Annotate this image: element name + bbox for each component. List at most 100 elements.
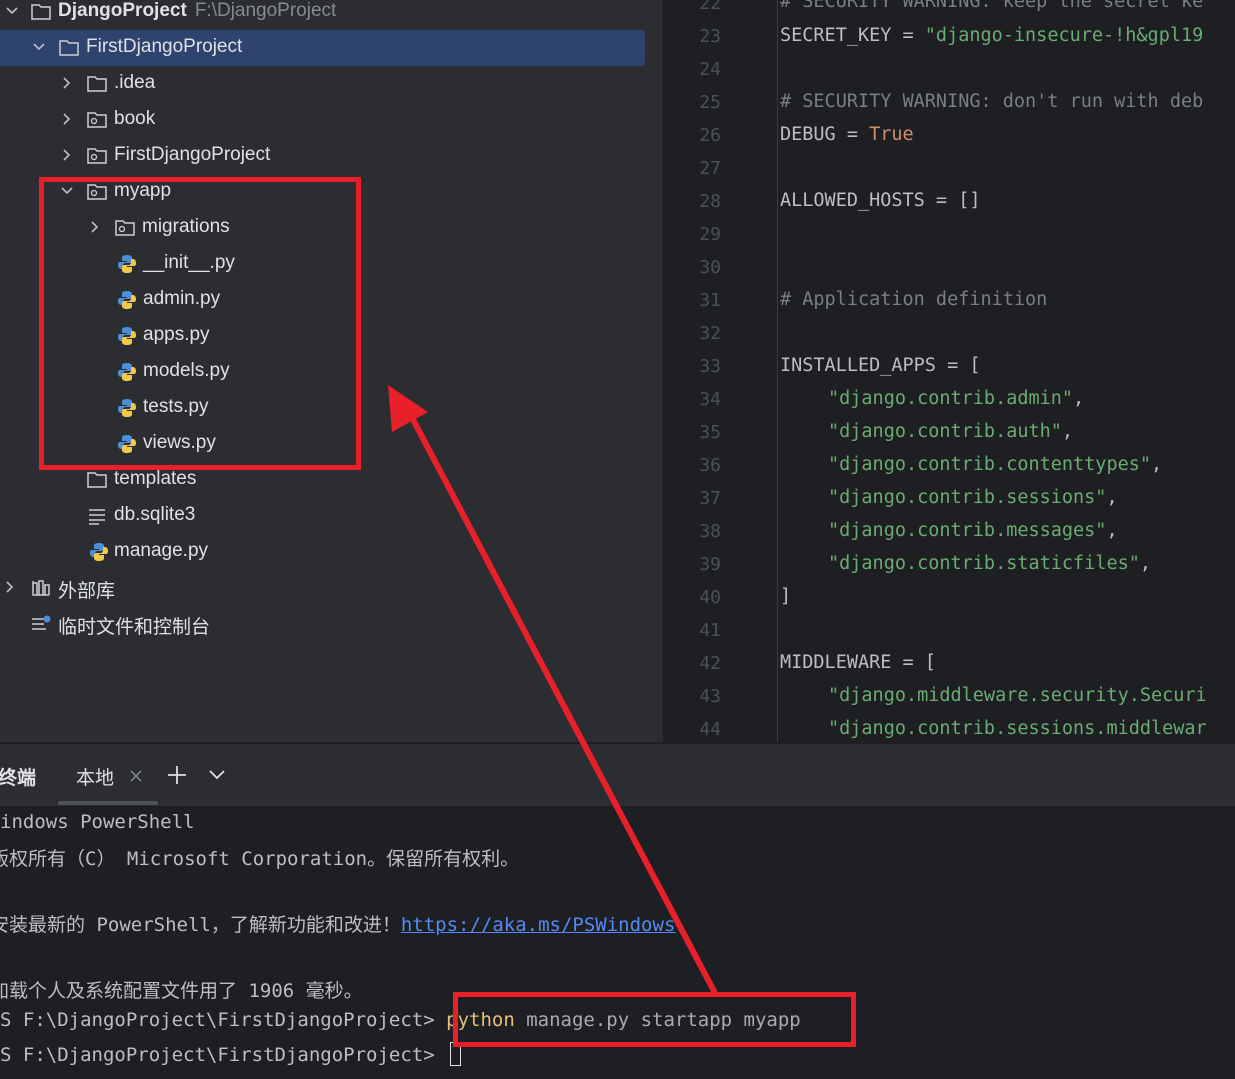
line-number: 44 bbox=[699, 719, 721, 740]
code-line: "django.contrib.auth", bbox=[828, 421, 1074, 442]
tree-item-init-py[interactable]: __init__.py bbox=[0, 246, 663, 282]
chevron-right-icon[interactable] bbox=[3, 580, 17, 594]
line-number: 29 bbox=[699, 224, 721, 245]
line-number: 42 bbox=[699, 653, 721, 674]
code-line: ALLOWED_HOSTS = [] bbox=[780, 190, 981, 211]
scratches-icon bbox=[32, 615, 51, 630]
active-tab-indicator bbox=[58, 801, 158, 805]
terminal-cursor bbox=[450, 1042, 462, 1066]
close-icon[interactable] bbox=[129, 769, 143, 783]
tree-item-firstdjangoproject-selected[interactable]: FirstDjangoProject bbox=[0, 30, 645, 66]
line-number: 28 bbox=[699, 191, 721, 212]
chevron-right-icon[interactable] bbox=[60, 148, 74, 162]
terminal-line: 版权所有（C） Microsoft Corporation。保留所有权利。 bbox=[0, 848, 520, 870]
indent-guide bbox=[777, 0, 778, 742]
tree-item-scratches-consoles[interactable]: 临时文件和控制台 bbox=[0, 606, 663, 642]
code-line: "django.contrib.sessions", bbox=[828, 487, 1118, 508]
chevron-right-icon[interactable] bbox=[60, 112, 74, 126]
line-number: 34 bbox=[699, 389, 721, 410]
chevron-right-icon[interactable] bbox=[60, 76, 74, 90]
tree-item-db-sqlite3[interactable]: db.sqlite3 bbox=[0, 498, 663, 534]
chevron-down-icon[interactable] bbox=[5, 4, 19, 18]
package-folder-icon bbox=[87, 184, 107, 200]
line-number: 36 bbox=[699, 455, 721, 476]
tree-item-label: views.py bbox=[143, 432, 216, 453]
tree-item-label: FirstDjangoProject bbox=[114, 144, 271, 165]
code-line: # SECURITY WARNING: don't run with deb bbox=[780, 91, 1204, 112]
line-number: 33 bbox=[699, 356, 721, 377]
tree-item-label: book bbox=[114, 108, 156, 129]
line-number: 22 bbox=[699, 0, 721, 14]
chevron-right-icon[interactable] bbox=[88, 220, 102, 234]
chevron-down-icon[interactable] bbox=[208, 768, 226, 782]
tree-item-apps-py[interactable]: apps.py bbox=[0, 318, 663, 354]
folder-icon bbox=[31, 4, 51, 20]
folder-icon bbox=[87, 76, 107, 92]
code-line: ] bbox=[780, 586, 792, 607]
tree-item-label: db.sqlite3 bbox=[114, 504, 196, 525]
tree-item-external-libraries[interactable]: 外部库 bbox=[0, 570, 663, 606]
code-line: # SECURITY WARNING: keep the secret ke bbox=[780, 0, 1204, 12]
code-line: DEBUG = True bbox=[780, 124, 914, 145]
line-number: 37 bbox=[699, 488, 721, 509]
line-number: 24 bbox=[699, 59, 721, 80]
terminal-prompt-line[interactable]: S F:\DjangoProject\FirstDjangoProject> bbox=[0, 1042, 462, 1066]
tree-item-templates[interactable]: templates bbox=[0, 462, 663, 498]
chevron-down-icon[interactable] bbox=[32, 40, 46, 54]
plus-icon[interactable] bbox=[166, 764, 188, 786]
tree-item-label: __init__.py bbox=[143, 252, 235, 273]
line-number: 35 bbox=[699, 422, 721, 443]
project-tree-panel: DjangoProject F:\DjangoProject FirstDjang… bbox=[0, 0, 663, 742]
terminal-line: indows PowerShell bbox=[0, 811, 195, 833]
line-number: 31 bbox=[699, 290, 721, 311]
tree-item-label: 外部库 bbox=[58, 581, 116, 602]
code-line: SECRET_KEY = "django-insecure-!h&gpl19 bbox=[780, 25, 1204, 46]
python-file-icon bbox=[118, 255, 136, 273]
tree-item-manage-py[interactable]: manage.py bbox=[0, 534, 663, 570]
tree-item-myapp[interactable]: myapp bbox=[0, 174, 663, 210]
line-number: 27 bbox=[699, 158, 721, 179]
root-folder-label: DjangoProject F:\DjangoProject bbox=[58, 0, 337, 21]
powershell-link[interactable]: https://aka.ms/PSWindows bbox=[401, 914, 676, 936]
code-line: # Application definition bbox=[780, 289, 1048, 310]
tree-item-label: manage.py bbox=[114, 540, 209, 561]
tab-local[interactable]: 本地 bbox=[76, 763, 114, 790]
tree-item-migrations[interactable]: migrations bbox=[0, 210, 663, 246]
terminal-prompt-line: S F:\DjangoProject\FirstDjangoProject> p… bbox=[0, 1009, 801, 1031]
tree-item-label: apps.py bbox=[143, 324, 210, 345]
code-line: MIDDLEWARE = [ bbox=[780, 652, 936, 673]
terminal-panel[interactable]: 终端 本地 indows PowerShell 版权所有（C） Microsof… bbox=[0, 744, 1235, 1079]
line-number: 40 bbox=[699, 587, 721, 608]
tree-item-label: migrations bbox=[142, 216, 230, 237]
tree-item-label: .idea bbox=[114, 72, 156, 93]
terminal-title: 终端 bbox=[0, 768, 37, 789]
line-number: 30 bbox=[699, 257, 721, 278]
tree-item-views-py[interactable]: views.py bbox=[0, 426, 663, 462]
tree-item-firstdjangoproject[interactable]: FirstDjangoProject bbox=[0, 138, 663, 174]
code-line: "django.contrib.admin", bbox=[828, 388, 1085, 409]
tree-item-models-py[interactable]: models.py bbox=[0, 354, 663, 390]
tree-item-label: admin.py bbox=[143, 288, 221, 309]
line-number: 41 bbox=[699, 620, 721, 641]
terminal-line: 安装最新的 PowerShell，了解新功能和改进！https://aka.ms… bbox=[0, 914, 676, 936]
tree-item-tests-py[interactable]: tests.py bbox=[0, 390, 663, 426]
code-line: INSTALLED_APPS = [ bbox=[780, 355, 981, 376]
chevron-down-icon[interactable] bbox=[60, 184, 74, 198]
python-file-icon bbox=[90, 543, 108, 561]
tree-root[interactable]: DjangoProject F:\DjangoProject bbox=[0, 0, 663, 30]
folder-icon bbox=[87, 472, 107, 488]
terminal-header: 终端 本地 bbox=[0, 744, 1235, 807]
line-number: 26 bbox=[699, 125, 721, 146]
tree-item-admin-py[interactable]: admin.py bbox=[0, 282, 663, 318]
tree-item-idea[interactable]: .idea bbox=[0, 66, 663, 102]
line-number: 39 bbox=[699, 554, 721, 575]
line-number: 25 bbox=[699, 92, 721, 113]
package-folder-icon bbox=[115, 220, 135, 236]
code-editor[interactable]: 22 23 24 25 26 27 28 29 30 31 32 33 34 3… bbox=[663, 0, 1235, 742]
tree-item-label: tests.py bbox=[143, 396, 209, 417]
tree-item-book[interactable]: book bbox=[0, 102, 663, 138]
package-folder-icon bbox=[87, 148, 107, 164]
package-folder-icon bbox=[87, 112, 107, 128]
python-file-icon bbox=[118, 363, 136, 381]
tree-item-label: models.py bbox=[143, 360, 230, 381]
